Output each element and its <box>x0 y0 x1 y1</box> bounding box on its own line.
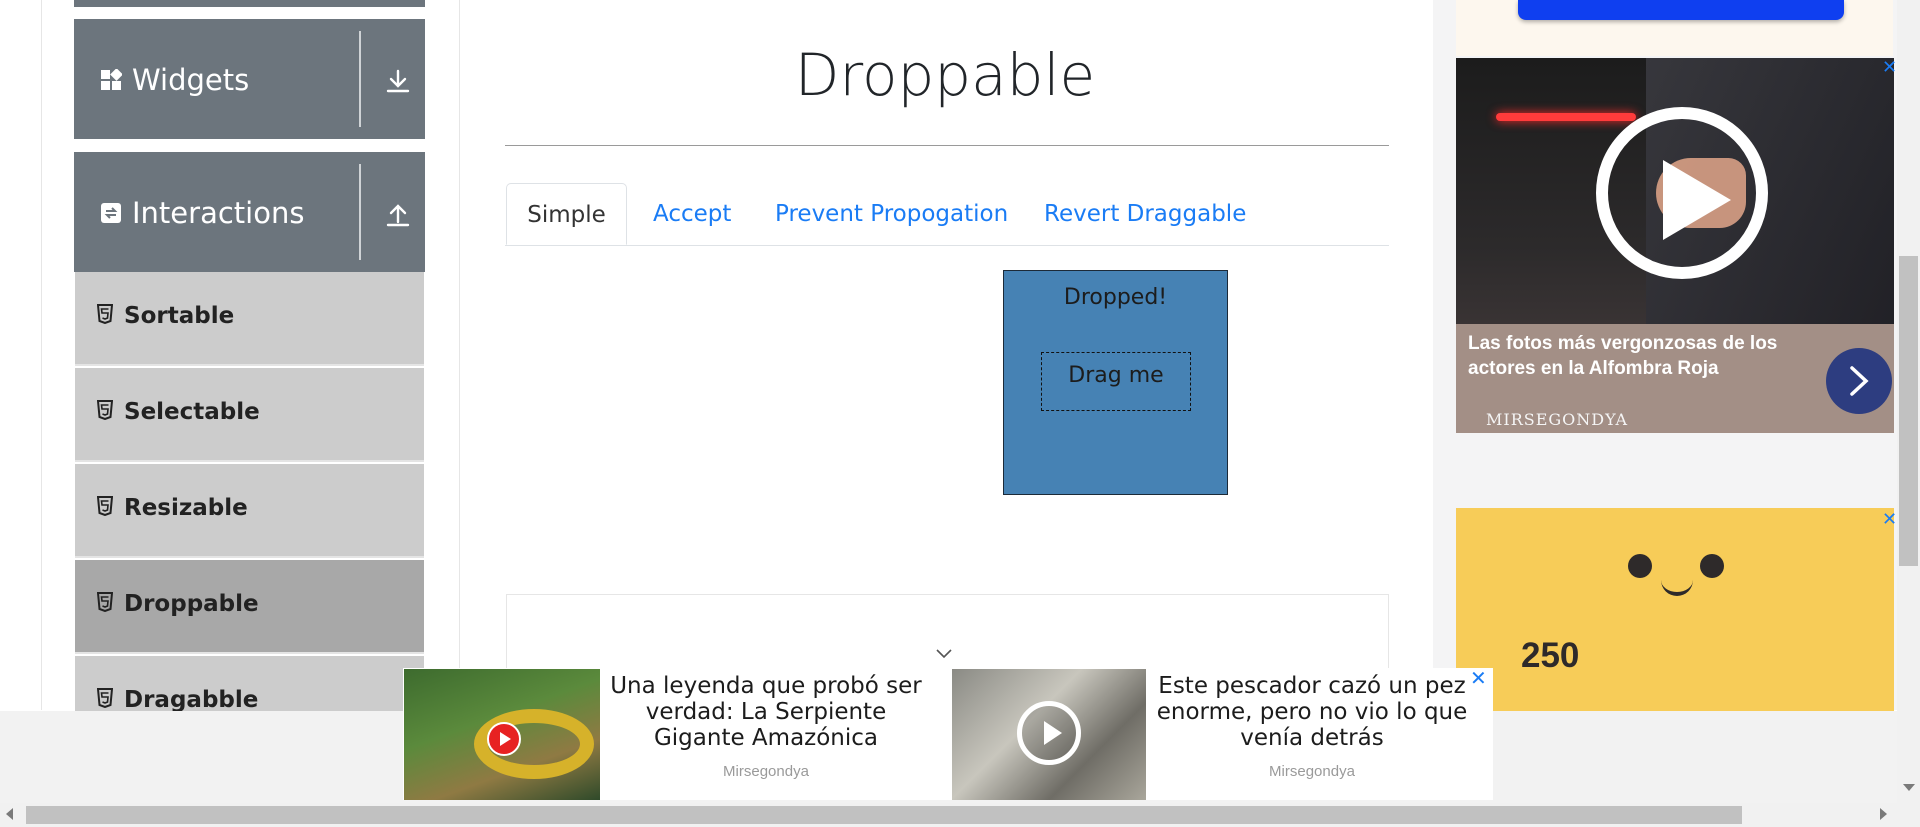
play-triangle-icon <box>1663 160 1731 240</box>
sidebar-item-label: Dragabble <box>124 687 259 713</box>
group-header-widgets[interactable]: Widgets <box>74 19 425 139</box>
sidebar-item-label: Selectable <box>124 399 260 425</box>
bottom-ad-source-2: Mirsegondya <box>1269 763 1355 780</box>
ad-yellow-number: 250 <box>1521 636 1580 675</box>
sidebar-item-label: Resizable <box>124 495 248 521</box>
ad-eye <box>1700 554 1724 578</box>
group-label-interactions: Interactions <box>132 196 305 230</box>
play-icon[interactable] <box>487 722 521 756</box>
sidebar-item-resizable[interactable]: Resizable <box>75 464 424 558</box>
bottom-ad-headline-2[interactable]: Este pescador cazó un pez enorme, pero n… <box>1147 673 1477 751</box>
sidebar-item-selectable[interactable]: Selectable <box>75 368 424 462</box>
title-divider <box>505 145 1389 146</box>
left-page-border <box>41 0 42 710</box>
close-icon[interactable]: ✕ <box>1470 668 1487 688</box>
tabs-underline <box>505 245 1389 246</box>
chevron-down-icon[interactable] <box>935 648 953 660</box>
html5-icon <box>97 496 113 516</box>
html5-icon <box>97 688 113 708</box>
bottom-ad-headline-1[interactable]: Una leyenda que probó ser verdad: La Ser… <box>601 673 931 751</box>
group-label-widgets: Widgets <box>132 63 250 97</box>
scroll-down-arrow-icon[interactable] <box>1903 784 1915 791</box>
ad-close-icon[interactable]: ✕ <box>1882 59 1898 77</box>
ad-smile <box>1661 580 1693 596</box>
ad-top-button[interactable] <box>1518 0 1844 20</box>
scroll-right-arrow-icon[interactable] <box>1880 808 1887 820</box>
sidebar-divider <box>459 0 460 710</box>
group-separator <box>359 31 361 127</box>
page-title: Droppable <box>794 41 1096 109</box>
download-arrow-icon[interactable] <box>384 67 412 95</box>
ad-headline[interactable]: Las fotos más vergonzosas de los actores… <box>1468 331 1808 381</box>
tab-accept[interactable]: Accept <box>653 183 731 245</box>
html5-icon <box>97 400 113 420</box>
drop-target-text: Dropped! <box>1063 285 1168 310</box>
sidebar-item-droppable[interactable]: Droppable <box>75 560 424 654</box>
ad-close-icon[interactable]: ✕ <box>1882 511 1897 529</box>
drag-item-text: Drag me <box>1068 363 1164 388</box>
interactions-icon <box>101 203 121 223</box>
sidebar-item-label: Sortable <box>124 303 235 329</box>
play-icon[interactable] <box>1017 701 1081 765</box>
scroll-left-arrow-icon[interactable] <box>6 808 13 820</box>
ad-photo-light <box>1496 113 1636 121</box>
html5-icon <box>97 304 113 324</box>
previous-group-header[interactable] <box>74 0 425 7</box>
horizontal-scrollbar-thumb[interactable] <box>26 806 1742 824</box>
html5-icon <box>97 592 113 612</box>
group-separator <box>359 164 361 260</box>
ad-yellow-banner[interactable]: 250 <box>1456 508 1894 713</box>
bottom-ad-source-1: Mirsegondya <box>723 763 809 780</box>
sidebar-item-sortable[interactable]: Sortable <box>75 272 424 366</box>
vertical-scrollbar-thumb[interactable] <box>1899 256 1918 566</box>
tab-revert-draggable[interactable]: Revert Draggable <box>1044 183 1246 245</box>
upload-arrow-icon[interactable] <box>384 200 412 228</box>
sidebar-item-label: Droppable <box>124 591 259 617</box>
ad-next-button[interactable] <box>1826 348 1892 414</box>
draggable-item[interactable]: Drag me <box>1041 352 1191 411</box>
widgets-icon <box>101 69 122 90</box>
ad-eye <box>1628 554 1652 578</box>
tab-simple[interactable]: Simple <box>506 183 627 245</box>
chevron-right-icon <box>1850 366 1869 396</box>
ad-brand: MIRSEGONDYA <box>1486 410 1628 429</box>
group-header-interactions[interactable]: Interactions <box>74 152 425 272</box>
tab-prevent-propogation[interactable]: Prevent Propogation <box>775 183 1008 245</box>
